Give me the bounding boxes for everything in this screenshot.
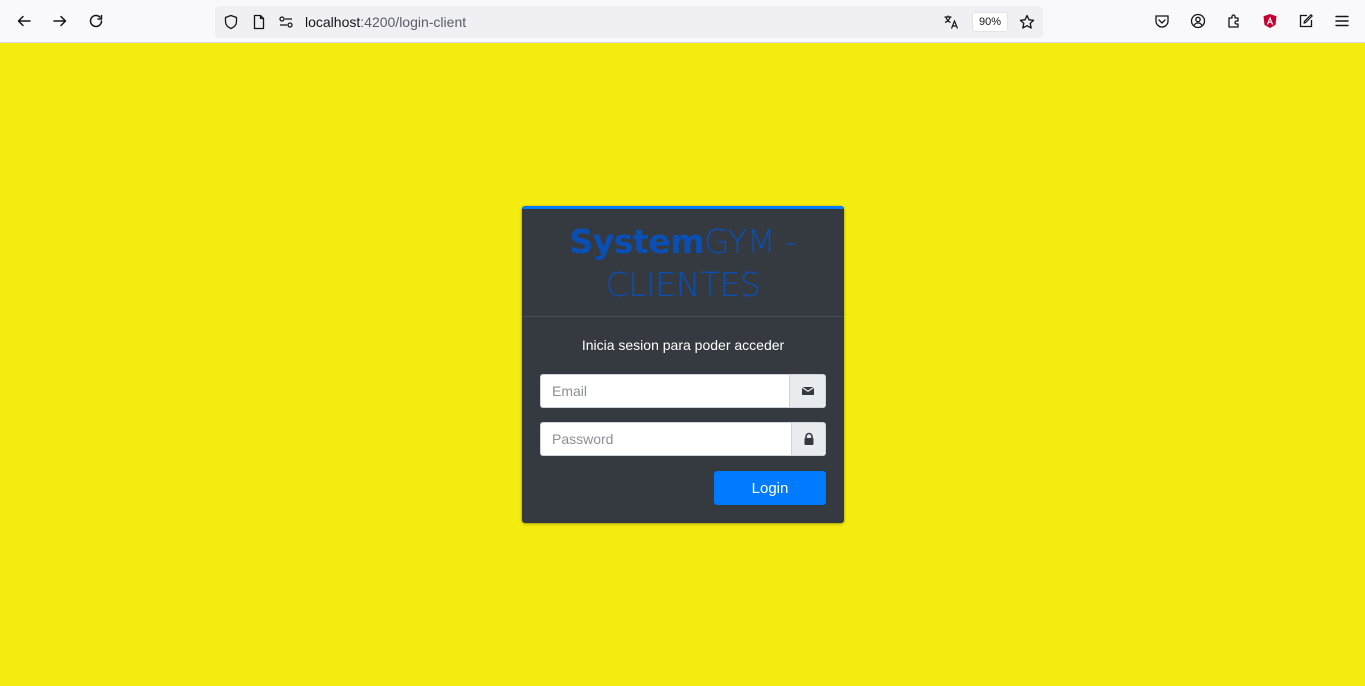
zoom-level-badge[interactable]: 90%	[972, 12, 1008, 32]
email-addon	[789, 374, 826, 408]
pocket-button[interactable]	[1148, 7, 1176, 35]
arrow-right-icon	[53, 15, 67, 27]
login-message: Inicia sesion para poder acceder	[581, 337, 785, 353]
login-card-header: SystemGYM - CLIENTES	[522, 209, 844, 317]
menu-button[interactable]	[1328, 7, 1356, 35]
shield-icon[interactable]	[222, 13, 240, 31]
reload-button[interactable]	[82, 7, 110, 35]
url-path: :4200/login-client	[360, 14, 467, 30]
password-group	[540, 422, 826, 456]
extensions-button[interactable]	[1220, 7, 1248, 35]
email-input[interactable]	[540, 374, 789, 408]
angular-icon	[1263, 14, 1277, 28]
edit-icon	[1299, 14, 1313, 28]
url-bar[interactable]: localhost:4200/login-client 90%	[215, 6, 1043, 38]
login-card-body: Inicia sesion para poder acceder	[522, 337, 844, 357]
puzzle-icon	[1228, 14, 1239, 28]
reload-icon	[89, 14, 103, 28]
account-icon	[1190, 13, 1206, 29]
password-addon	[791, 422, 826, 456]
forward-button[interactable]	[46, 7, 74, 35]
url-host: localhost	[305, 14, 361, 30]
edit-button[interactable]	[1292, 7, 1320, 35]
brand-bold: System	[569, 221, 705, 261]
arrow-left-icon	[17, 15, 31, 27]
browser-toolbar: localhost:4200/login-client 90%	[0, 0, 1365, 43]
bookmark-star-icon[interactable]	[1018, 13, 1036, 31]
url-text[interactable]: localhost:4200/login-client	[305, 14, 466, 30]
angular-devtools-button[interactable]	[1256, 7, 1284, 35]
account-button[interactable]	[1184, 7, 1212, 35]
permissions-icon[interactable]	[277, 13, 295, 31]
login-card: SystemGYM - CLIENTES Inicia sesion para …	[522, 206, 844, 523]
pocket-icon	[1155, 15, 1169, 28]
envelope-icon	[801, 386, 814, 395]
hamburger-menu-icon	[1335, 15, 1349, 27]
back-button[interactable]	[10, 7, 38, 35]
login-button[interactable]: Login	[714, 471, 826, 505]
password-input[interactable]	[540, 422, 791, 456]
lock-icon	[804, 432, 813, 445]
page-icon[interactable]	[250, 13, 268, 31]
translate-icon[interactable]	[942, 13, 960, 31]
email-group	[540, 374, 826, 408]
brand-title: SystemGYM - CLIENTES	[542, 220, 824, 306]
